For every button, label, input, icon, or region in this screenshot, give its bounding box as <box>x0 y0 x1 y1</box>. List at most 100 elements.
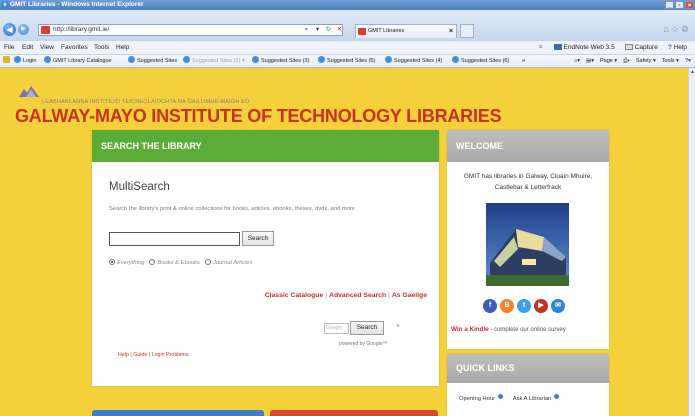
page-icon <box>252 56 259 63</box>
window-titlebar: e GMIT Libraries - Windows Internet Expl… <box>0 0 695 10</box>
option-label: Books & Ebooks <box>157 260 200 266</box>
twitter-icon[interactable]: t <box>517 299 531 313</box>
favorite-suggested-sites-4[interactable]: Suggested Sites (4) <box>385 55 442 67</box>
as-gaeilge-link[interactable]: As Gaeilge <box>392 292 427 299</box>
link-separator: | <box>325 292 328 299</box>
page-tool[interactable]: Page ▾ <box>599 55 617 67</box>
close-tab-icon[interactable]: × <box>449 25 453 38</box>
home-icon[interactable]: ⌂ <box>663 24 670 34</box>
search-input[interactable] <box>109 232 240 246</box>
blogger-icon[interactable]: B <box>500 299 514 313</box>
radio-icon <box>204 259 211 265</box>
info-icon <box>554 394 560 399</box>
tab-gmit-libraries[interactable]: GMIT Libraries × <box>355 24 457 38</box>
favorite-suggested-sites-6[interactable]: Suggested Sites (6) <box>452 55 510 67</box>
tab-label: GMIT Libraries <box>368 28 405 34</box>
favorite-label: Login <box>23 58 37 64</box>
page-icon <box>318 56 325 63</box>
favorite-suggested-sites[interactable]: Suggested Sites <box>128 55 177 67</box>
address-tools: ⌕ ▾ ↻ ✕ <box>302 25 344 34</box>
blue-panel-top <box>92 410 264 416</box>
page-icon <box>14 56 21 63</box>
menu-help[interactable]: Help <box>116 41 129 54</box>
help-label: Help <box>673 44 687 51</box>
welcome-text: GMIT has libraries in Galway, Cluain Mhu… <box>463 173 593 191</box>
home-tool-icon[interactable]: ⌂▾ <box>574 55 580 67</box>
quick-link-opening-hours[interactable]: Opening Hour <box>459 394 503 402</box>
radio-selected-icon <box>109 259 115 265</box>
info-icon <box>497 394 503 399</box>
menu-tools[interactable]: Tools <box>94 41 109 54</box>
feeds-tool-icon[interactable]: ▤▾ <box>586 55 594 67</box>
command-bar: ⌂▾ ▤▾ Page ▾ ⎙▾ Safety ▾ Tools ▾ ?▾ <box>574 55 691 67</box>
back-button[interactable]: ◀ <box>3 23 16 36</box>
favorite-suggested-sites-5[interactable]: Suggested Sites (5) <box>318 55 375 67</box>
menu-edit[interactable]: Edit <box>22 41 33 54</box>
window-title: GMIT Libraries - Windows Internet Explor… <box>10 1 144 8</box>
welcome-heading: WELCOME <box>447 130 609 162</box>
refresh-icon[interactable]: ↻ <box>324 25 333 34</box>
menu-right-group: ✕ EndNote Web 3.5 Capture ? Help <box>538 41 687 54</box>
classic-catalogue-link[interactable]: Classic Catalogue <box>265 292 324 299</box>
search-button[interactable]: Search <box>242 231 274 246</box>
capture-button[interactable]: Capture <box>624 41 658 54</box>
email-icon[interactable]: ✉ <box>551 299 565 313</box>
settings-gear-icon[interactable]: ⚙ <box>681 24 691 34</box>
favorite-label: Suggested Sites (6) <box>461 58 510 64</box>
new-tab-button[interactable] <box>460 24 474 38</box>
page-content: LEABHARLANNA INSTITIÚID TEICNEOLAÍOCHTA … <box>0 68 688 416</box>
capture-label: Capture <box>634 44 658 51</box>
help-tool-icon[interactable]: ?▾ <box>685 55 691 67</box>
page-title: GALWAY-MAYO INSTITUTE OF TECHNOLOGY LIBR… <box>15 106 502 126</box>
favorites-star-icon[interactable] <box>3 55 12 67</box>
search-icon[interactable]: ⌕ <box>302 25 311 34</box>
option-everything[interactable]: Everything <box>109 259 144 266</box>
menu-view[interactable]: View <box>40 41 54 54</box>
close-window-button[interactable]: × <box>685 1 694 9</box>
dropdown-icon[interactable]: ▾ <box>313 25 322 34</box>
vertical-scrollbar[interactable]: ▲ <box>688 68 695 416</box>
youtube-icon[interactable]: ▶ <box>534 299 548 313</box>
page-tool-label: Page <box>599 58 613 64</box>
forward-button[interactable]: ▶ <box>18 24 29 35</box>
multisearch-title: MultiSearch <box>109 181 170 193</box>
powered-by-google: powered by Google™ <box>339 341 388 347</box>
tools-tool[interactable]: Tools ▾ <box>662 55 679 67</box>
search-panel-heading: SEARCH THE LIBRARY <box>92 130 439 162</box>
option-books-ebooks[interactable]: Books & Ebooks <box>149 259 200 266</box>
favorite-label: Suggested Sites (2) <box>192 58 241 64</box>
favorite-login[interactable]: Login <box>14 55 37 67</box>
google-search-button[interactable]: Search <box>350 321 384 335</box>
minimize-button[interactable]: _ <box>665 1 674 9</box>
favorite-suggested-sites-2[interactable]: Suggested Sites (2) ▾ <box>183 55 245 67</box>
help-icon: ? <box>667 44 672 51</box>
window-controls: _ ▫ × <box>665 1 694 9</box>
favorite-label: GMIT Library Catalogue <box>53 58 112 64</box>
scroll-up-arrow-icon[interactable]: ▲ <box>690 69 695 75</box>
help-links[interactable]: Help | Guide | Login Problems <box>118 352 188 358</box>
navigation-bar: ◀ ▶ http://library.gmit.ie/ ⌕ ▾ ↻ ✕ GMIT… <box>0 10 695 40</box>
google-clear-icon[interactable]: × <box>396 323 400 330</box>
option-journal-articles[interactable]: Journal Articles <box>204 259 252 266</box>
maximize-button[interactable]: ▫ <box>675 1 684 9</box>
stop-icon[interactable]: ✕ <box>335 25 344 34</box>
quick-links-heading: QUICK LINKS <box>447 354 609 383</box>
print-tool-icon[interactable]: ⎙▾ <box>623 55 630 67</box>
menu-file[interactable]: File <box>4 41 14 54</box>
kindle-promo[interactable]: Win a Kindle - complete our online surve… <box>451 326 566 333</box>
favorites-star-icon[interactable]: ☆ <box>671 24 681 34</box>
endnote-button[interactable]: EndNote Web 3.5 <box>553 41 615 54</box>
close-toolbar-icon[interactable]: ✕ <box>538 41 543 54</box>
menu-favorites[interactable]: Favorites <box>61 41 88 54</box>
favorite-suggested-sites-3[interactable]: Suggested Sites (3) <box>252 55 309 67</box>
safety-tool[interactable]: Safety ▾ <box>636 55 656 67</box>
advanced-search-link[interactable]: Advanced Search <box>329 292 386 299</box>
help-button[interactable]: ? Help <box>668 41 687 54</box>
quick-link-ask-librarian[interactable]: Ask A Librarian <box>513 394 560 402</box>
favorite-catalogue[interactable]: GMIT Library Catalogue <box>44 55 112 67</box>
facebook-icon[interactable]: f <box>483 299 497 313</box>
address-bar[interactable]: http://library.gmit.ie/ <box>38 24 343 36</box>
page-icon <box>44 56 51 63</box>
google-search-input[interactable]: Google <box>324 323 349 334</box>
more-favorites-chevron-icon[interactable]: » <box>522 55 525 67</box>
